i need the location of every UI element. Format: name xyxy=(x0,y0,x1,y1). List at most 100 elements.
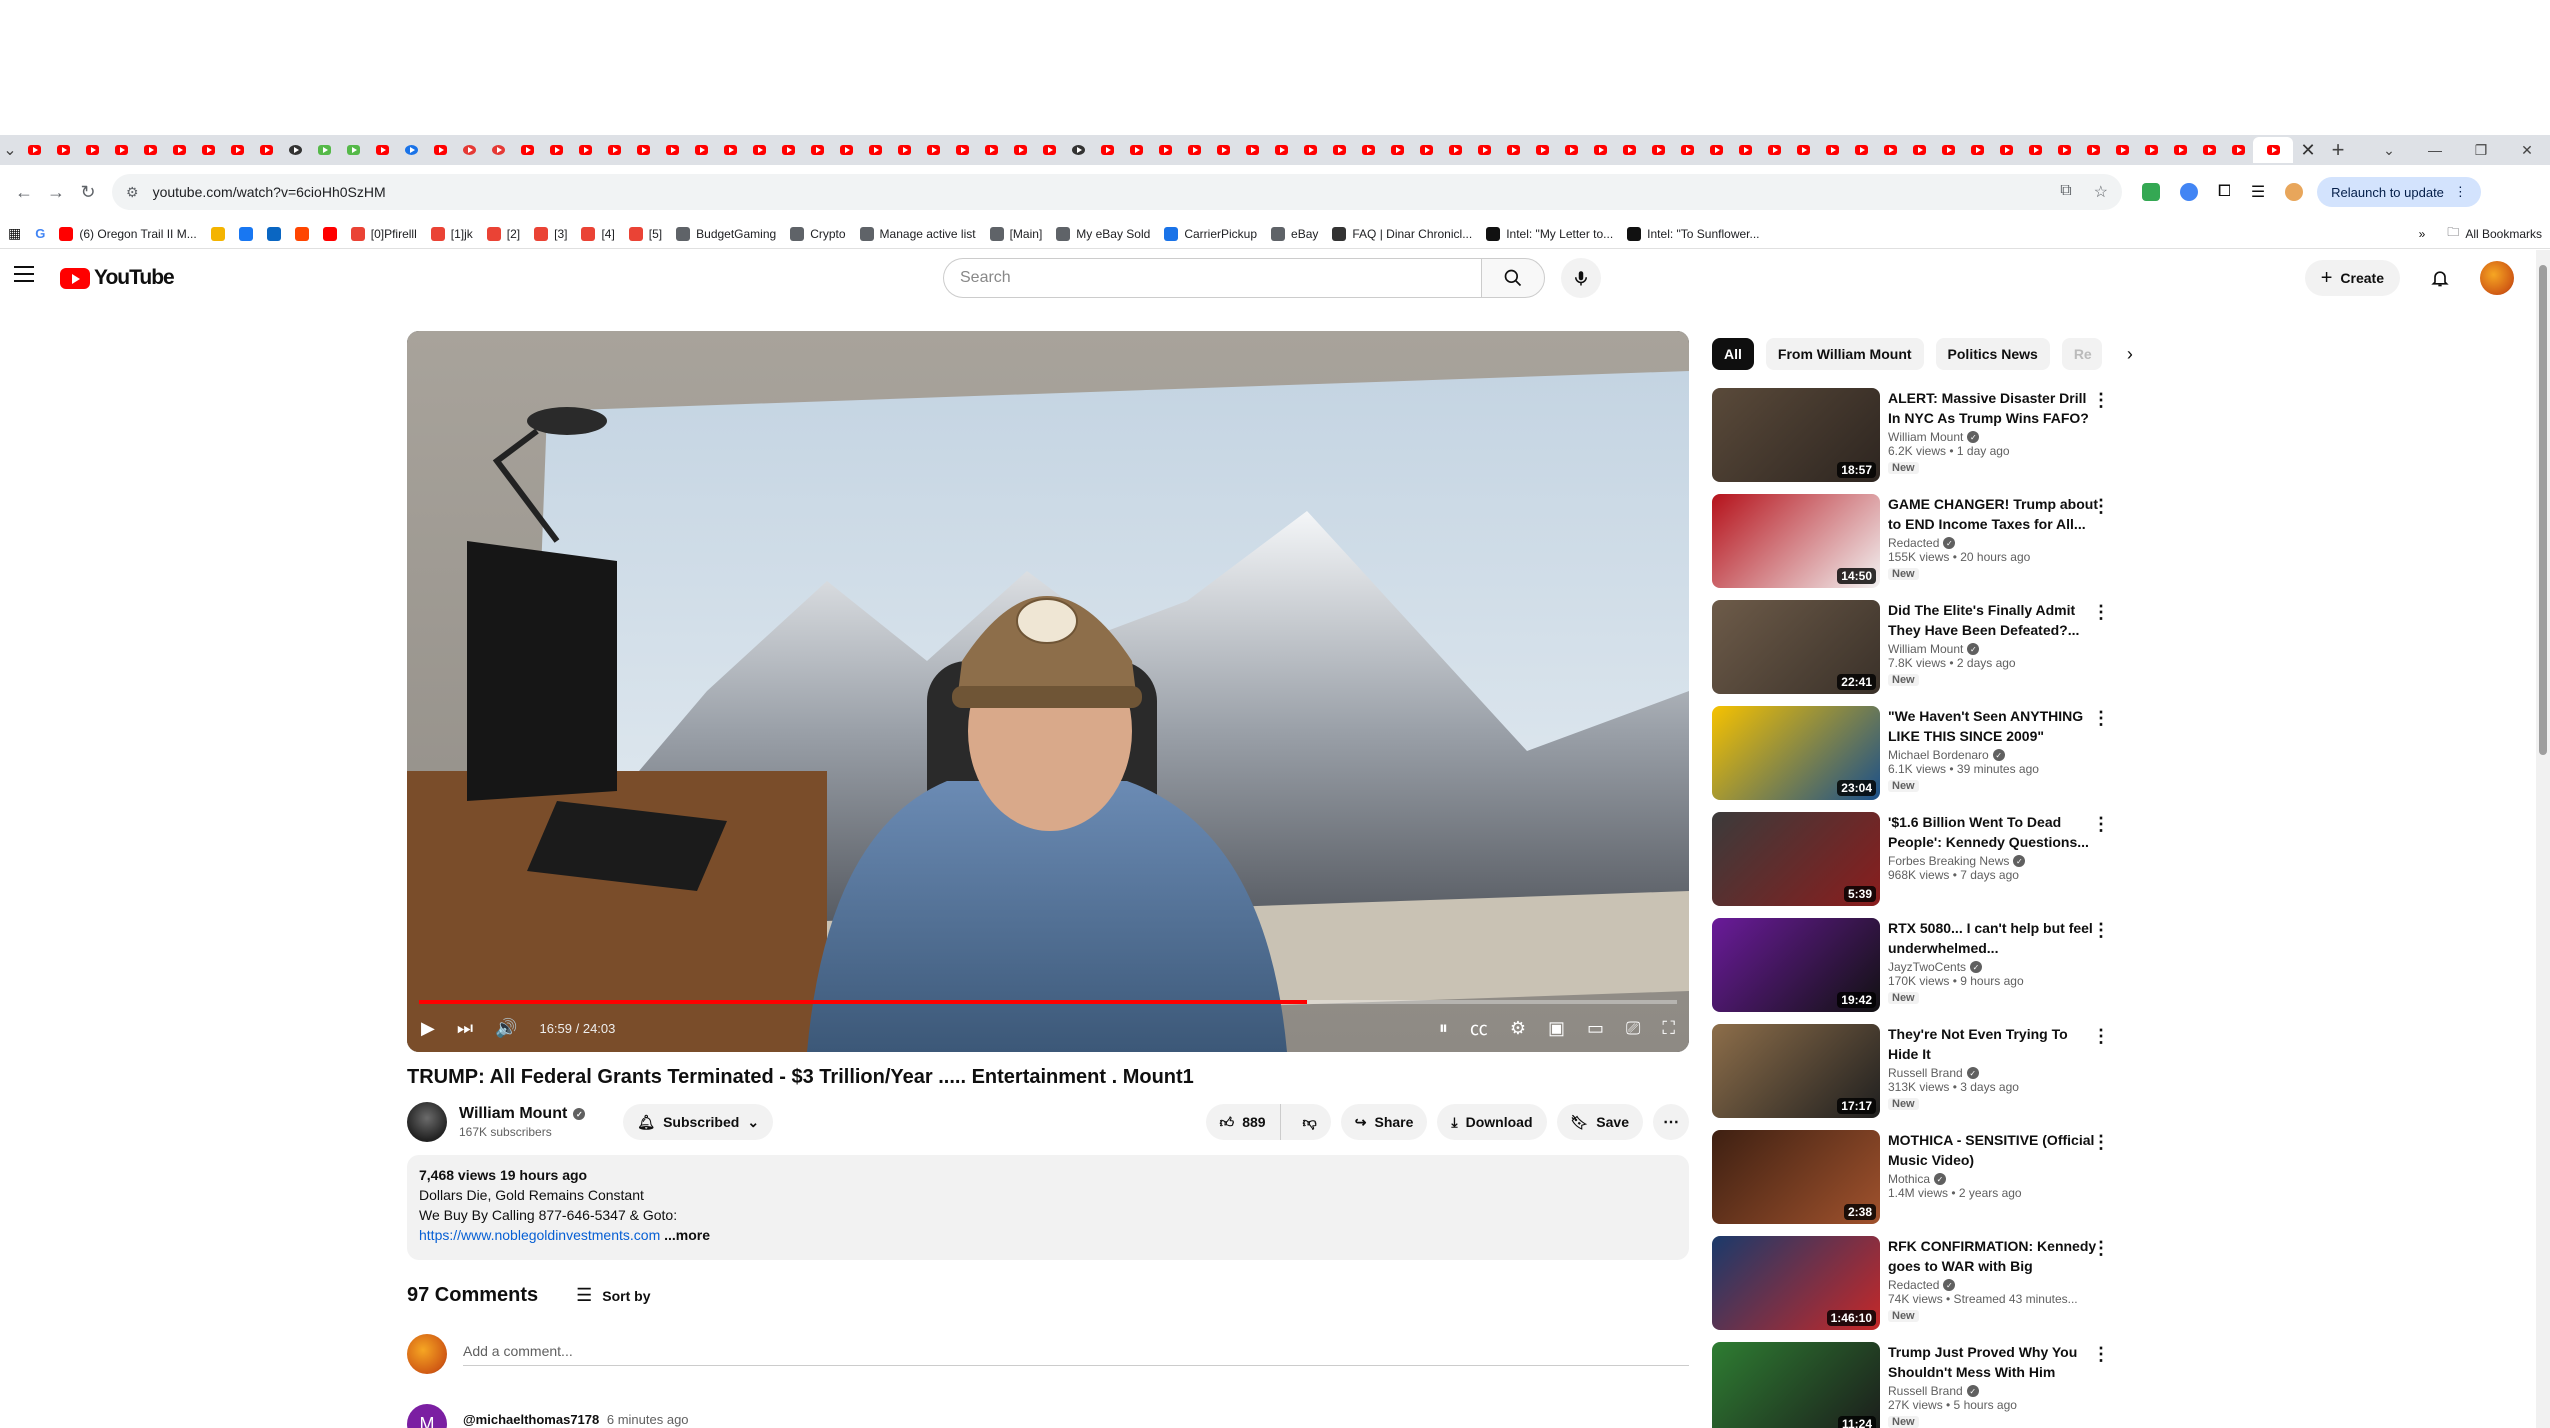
channel-name[interactable]: William Mount xyxy=(459,1105,567,1123)
browser-tab[interactable] xyxy=(1209,137,1238,163)
play-icon[interactable]: ▶ xyxy=(421,1018,435,1039)
kebab-menu-icon[interactable]: ⋮ xyxy=(2092,920,2110,941)
captions-icon[interactable]: ㏄ xyxy=(1470,1015,1488,1041)
browser-tab[interactable] xyxy=(2195,137,2224,163)
collapse-icon[interactable]: ⌄ xyxy=(2366,135,2412,165)
browser-tab[interactable] xyxy=(1180,137,1209,163)
next-icon[interactable]: ⏭ xyxy=(457,1018,473,1039)
bookmark-item[interactable]: My eBay Sold xyxy=(1056,226,1150,241)
video-title[interactable]: RTX 5080... I can't help but feel underw… xyxy=(1888,918,2098,958)
bookmark-item[interactable] xyxy=(294,226,309,241)
channel-name[interactable]: Mothica xyxy=(1888,1172,1930,1186)
account-avatar[interactable] xyxy=(2480,261,2514,295)
recommended-video[interactable]: 18:57 ALERT: Massive Disaster Drill In NY… xyxy=(1712,388,2112,494)
share-button[interactable]: ↪ Share xyxy=(1340,1104,1428,1140)
bookmark-item[interactable] xyxy=(266,226,281,241)
browser-tab[interactable] xyxy=(1702,137,1731,163)
address-bar[interactable]: ⚙ youtube.com/watch?v=6cioHh0SzHM ⧉ ☆ xyxy=(112,174,2122,210)
browser-tab[interactable] xyxy=(281,137,310,163)
browser-tab[interactable] xyxy=(1963,137,1992,163)
extension-check-icon[interactable] xyxy=(2142,183,2160,201)
bookmark-item[interactable]: [4] xyxy=(581,226,615,241)
browser-tab[interactable] xyxy=(310,137,339,163)
bookmark-item[interactable]: [3] xyxy=(534,226,567,241)
settings-gear-icon[interactable]: ⚙ xyxy=(1510,1018,1526,1039)
browser-tab[interactable] xyxy=(1644,137,1673,163)
browser-tab[interactable] xyxy=(629,137,658,163)
video-title[interactable]: "We Haven't Seen ANYTHING LIKE THIS SINC… xyxy=(1888,706,2098,746)
browser-tab[interactable] xyxy=(49,137,78,163)
browser-tab[interactable] xyxy=(1847,137,1876,163)
more-actions-button[interactable]: ⋯ xyxy=(1653,1104,1689,1140)
browser-tab[interactable] xyxy=(716,137,745,163)
recommended-video[interactable]: 22:41 Did The Elite's Finally Admit They … xyxy=(1712,600,2112,706)
browser-tab[interactable] xyxy=(1615,137,1644,163)
video-thumbnail[interactable]: 2:38 xyxy=(1712,1130,1880,1224)
kebab-menu-icon[interactable]: ⋮ xyxy=(2092,708,2110,729)
volume-icon[interactable]: 🔊 xyxy=(495,1018,517,1039)
browser-tab[interactable] xyxy=(20,137,49,163)
browser-tab[interactable] xyxy=(861,137,890,163)
search-input[interactable]: Search xyxy=(943,258,1481,298)
video-thumbnail[interactable]: 22:41 xyxy=(1712,600,1880,694)
filter-chip[interactable]: Re xyxy=(2061,338,2102,370)
video-title[interactable]: MOTHICA - SENSITIVE (Official Music Vide… xyxy=(1888,1130,2098,1170)
browser-tab[interactable] xyxy=(1905,137,1934,163)
channel-name[interactable]: JayzTwoCents xyxy=(1888,960,1966,974)
bookmark-item[interactable]: Manage active list xyxy=(859,226,976,241)
add-comment-input[interactable]: Add a comment... xyxy=(463,1343,1689,1366)
recommended-video[interactable]: 19:42 RTX 5080... I can't help but feel u… xyxy=(1712,918,2112,1024)
browser-tab[interactable] xyxy=(484,137,513,163)
browser-tab[interactable] xyxy=(832,137,861,163)
browser-tab[interactable] xyxy=(919,137,948,163)
channel-avatar[interactable] xyxy=(407,1102,447,1142)
channel-name[interactable]: William Mount xyxy=(1888,430,1963,444)
bookmark-item[interactable]: [Main] xyxy=(989,226,1042,241)
bookmark-item[interactable]: [1]jk xyxy=(430,226,473,241)
new-tab-button[interactable]: + xyxy=(2323,137,2353,163)
channel-name[interactable]: Russell Brand xyxy=(1888,1384,1963,1398)
browser-tab[interactable] xyxy=(1441,137,1470,163)
like-button[interactable]: 👍︎ 889 xyxy=(1206,1104,1281,1140)
bookmark-item[interactable]: BudgetGaming xyxy=(676,226,776,241)
recommended-video[interactable]: 17:17 They're Not Even Trying To Hide It R… xyxy=(1712,1024,2112,1130)
browser-tab[interactable] xyxy=(1151,137,1180,163)
tab-search-chevron-icon[interactable]: ⌄ xyxy=(0,140,20,160)
video-title[interactable]: They're Not Even Trying To Hide It xyxy=(1888,1024,2098,1064)
browser-tab[interactable] xyxy=(1093,137,1122,163)
browser-tab[interactable] xyxy=(368,137,397,163)
browser-tab[interactable] xyxy=(2224,137,2253,163)
filter-chip[interactable]: All xyxy=(1712,338,1754,370)
browser-tab[interactable] xyxy=(1731,137,1760,163)
kebab-menu-icon[interactable]: ⋮ xyxy=(2092,390,2110,411)
comment-author[interactable]: @michaelthomas7178 xyxy=(463,1412,599,1427)
channel-name[interactable]: Russell Brand xyxy=(1888,1066,1963,1080)
browser-tab[interactable] xyxy=(2021,137,2050,163)
browser-tab[interactable] xyxy=(397,137,426,163)
browser-tab[interactable] xyxy=(2050,137,2079,163)
bookmark-item[interactable]: [0]Pfirelll xyxy=(350,226,417,241)
browser-tab[interactable] xyxy=(107,137,136,163)
browser-tab[interactable] xyxy=(1064,137,1093,163)
browser-tab[interactable] xyxy=(948,137,977,163)
kebab-menu-icon[interactable]: ⋮ xyxy=(2092,1132,2110,1153)
filter-chip[interactable]: Politics News xyxy=(1935,338,2050,370)
kebab-menu-icon[interactable]: ⋮ xyxy=(2092,1238,2110,1259)
bookmark-item[interactable]: [2] xyxy=(486,226,520,241)
video-title[interactable]: RFK CONFIRMATION: Kennedy goes to WAR wi… xyxy=(1888,1236,2098,1276)
site-info-icon[interactable]: ⚙ xyxy=(126,184,139,201)
page-scrollbar[interactable] xyxy=(2536,250,2550,1428)
bookmark-item[interactable]: Crypto xyxy=(790,226,846,241)
recommended-video[interactable]: 11:24 Trump Just Proved Why You Shouldn't… xyxy=(1712,1342,2112,1428)
video-title[interactable]: Trump Just Proved Why You Shouldn't Mess… xyxy=(1888,1342,2098,1382)
dislike-button[interactable]: 👎︎ xyxy=(1289,1104,1331,1140)
browser-tab[interactable] xyxy=(2079,137,2108,163)
video-thumbnail[interactable]: 11:24 xyxy=(1712,1342,1880,1428)
theater-mode-icon[interactable]: ▭ xyxy=(1587,1018,1604,1039)
channel-name[interactable]: William Mount xyxy=(1888,642,1963,656)
back-button[interactable]: ← xyxy=(8,176,40,208)
cast-icon[interactable]: ⎚ xyxy=(1626,1018,1640,1039)
browser-tab[interactable] xyxy=(687,137,716,163)
profile-avatar[interactable] xyxy=(2285,183,2304,201)
kebab-menu-icon[interactable]: ⋮ xyxy=(2092,1026,2110,1047)
